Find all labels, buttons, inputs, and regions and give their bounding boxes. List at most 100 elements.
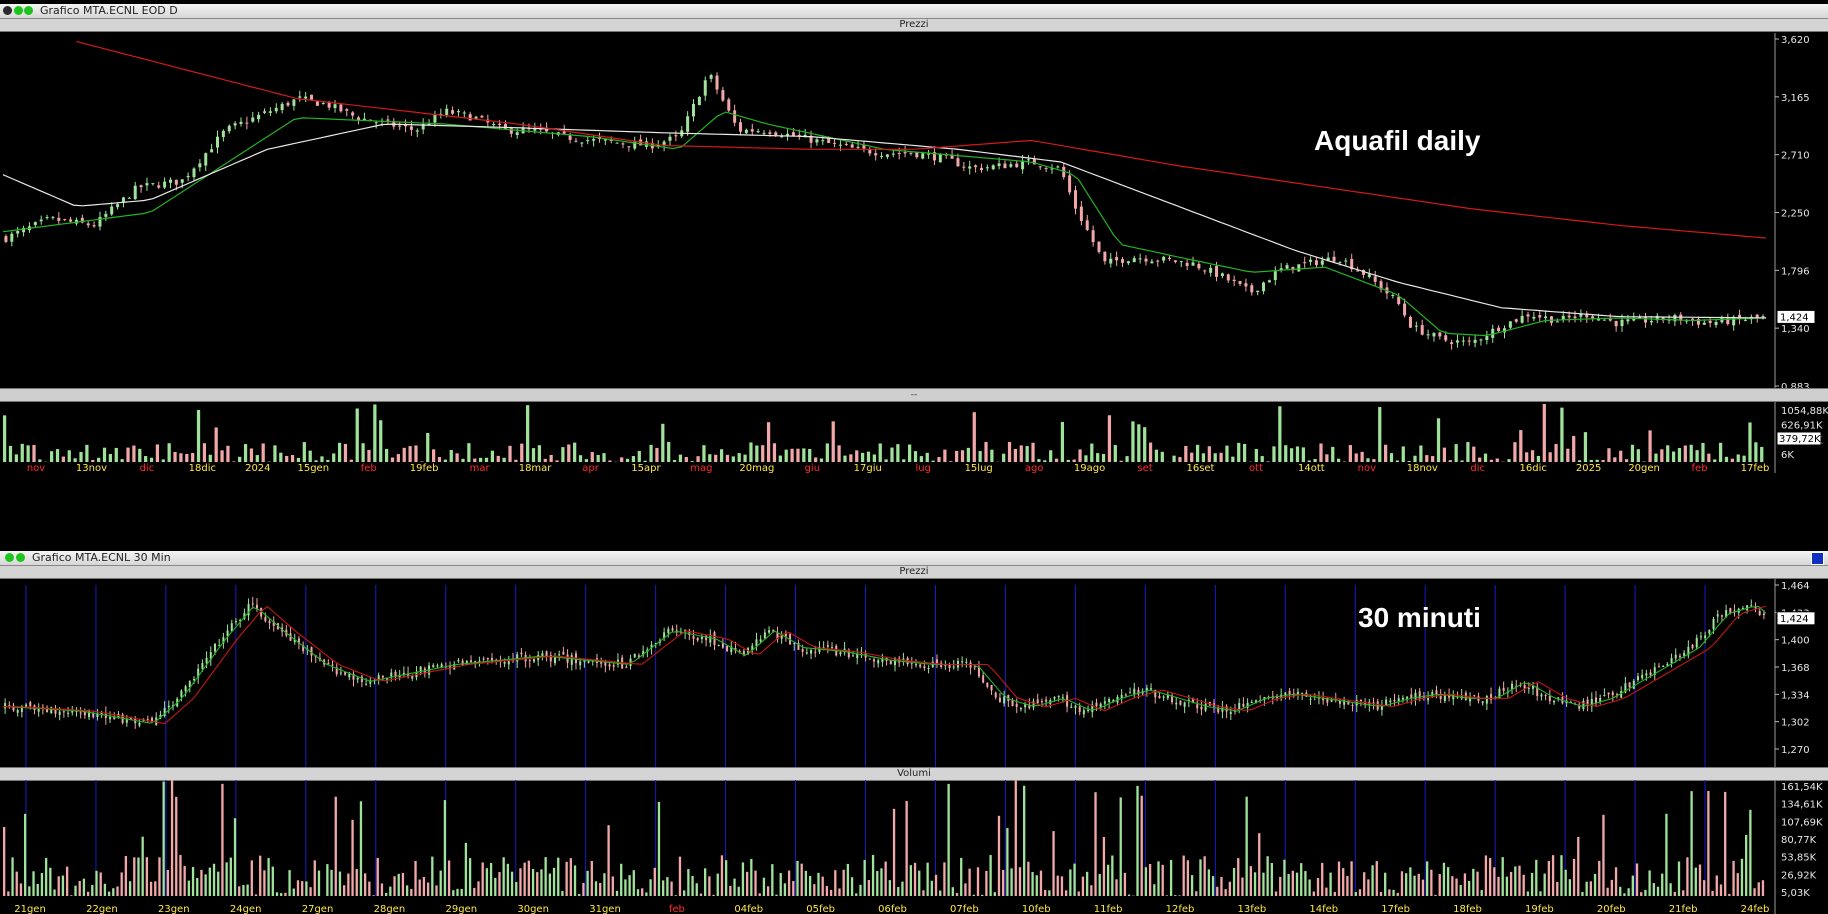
volume-bar	[573, 865, 577, 896]
volume-bar	[843, 455, 847, 462]
volume-bar	[133, 857, 136, 896]
volume-bar	[702, 445, 706, 462]
candle-body	[436, 665, 439, 667]
volume-bar	[867, 879, 871, 896]
candle-body	[1628, 682, 1631, 688]
intraday-window-titlebar[interactable]: Grafico MTA.ECNL 30 Min	[0, 551, 1828, 566]
window-icon[interactable]	[3, 6, 12, 15]
volume-bar	[590, 860, 593, 896]
volume-bar	[643, 460, 647, 462]
volume-bar	[1754, 442, 1758, 462]
volume-bar	[494, 877, 497, 896]
candle-body	[29, 702, 32, 707]
volume-bar	[1613, 457, 1617, 462]
time-axis-label: apr	[582, 463, 599, 473]
volume-bar	[913, 862, 917, 896]
volume-bar	[1724, 791, 1727, 896]
volume-bar	[390, 457, 395, 462]
time-axis-label: 17feb	[1381, 904, 1410, 914]
volume-bar	[242, 885, 245, 896]
candle-body	[815, 139, 819, 143]
volume-bar	[414, 860, 417, 896]
volume-bar	[443, 800, 447, 896]
close-icon[interactable]	[1811, 552, 1824, 565]
volume-bar	[1300, 863, 1303, 896]
volume-bar	[741, 862, 745, 896]
volume-bar	[1480, 890, 1483, 896]
volume-bar	[655, 447, 659, 462]
volume-bar	[596, 454, 600, 462]
daily-volume-chart[interactable]: 1054,88K626,91K379,72K6K379,72Knov13novd…	[0, 402, 1828, 473]
candle-body	[762, 132, 766, 134]
intraday-price-chart[interactable]: 1,4641,4331,4001,3681,3341,3021,2701,424	[0, 579, 1828, 777]
candle-body	[257, 114, 261, 120]
price-tick-label: 2,710	[1781, 151, 1810, 162]
time-axis-label: 11feb	[1094, 904, 1123, 914]
volume-bar	[116, 886, 119, 896]
volume-bar	[821, 876, 824, 896]
volume-bar	[1505, 876, 1509, 896]
candle-body	[881, 658, 884, 662]
volume-bar	[1346, 875, 1349, 896]
candle-body	[51, 216, 55, 218]
candle-body	[1662, 665, 1665, 667]
volume-bar	[1522, 874, 1525, 896]
candle-body	[1473, 339, 1477, 343]
volume-bar	[631, 456, 636, 462]
intraday-volume-chart[interactable]: 161,54K 134,61K 107,69K 80,77K 53,85K 26,92K 5…	[0, 780, 1828, 914]
candle-body	[1015, 163, 1019, 168]
candle-body	[315, 101, 319, 106]
volume-bar	[179, 453, 183, 462]
volume-bar	[1148, 442, 1153, 462]
candle-body	[1220, 273, 1224, 276]
candle-body	[482, 658, 485, 660]
candle-body	[562, 651, 565, 655]
candle-body	[805, 652, 808, 654]
volume-bar	[320, 456, 324, 462]
time-axis-label: ott	[1249, 463, 1263, 473]
time-axis-label: ago	[1025, 463, 1044, 473]
volume-bar	[107, 891, 111, 896]
time-axis-label: 15gen	[297, 463, 329, 473]
candle-body	[1403, 303, 1407, 316]
volume-bar	[288, 870, 291, 896]
candle-body	[874, 153, 878, 156]
candle-body	[969, 662, 972, 668]
candle-body	[168, 179, 172, 183]
volume-bar	[1556, 881, 1559, 896]
candle-body	[558, 654, 561, 656]
volume-bar	[1648, 870, 1651, 896]
candle-body	[986, 682, 989, 687]
volume-bar	[380, 883, 384, 896]
volume-bar	[1242, 443, 1247, 462]
volume-bar	[1284, 445, 1288, 462]
volume-bar	[850, 877, 854, 896]
time-axis-label: 29gen	[445, 904, 477, 914]
volume-bar	[40, 873, 44, 896]
volume-bar	[1666, 445, 1670, 462]
candle-body	[1070, 706, 1073, 708]
volume-bar	[1278, 406, 1282, 462]
volume-bar	[1307, 460, 1311, 462]
volume-bar	[326, 459, 330, 462]
candle-body	[503, 662, 506, 664]
daily-window-titlebar[interactable]: Grafico MTA.ECNL EOD D	[0, 4, 1828, 19]
volume-bar	[347, 873, 350, 896]
volume-bar	[837, 445, 841, 462]
candle-body	[990, 684, 993, 691]
volume-bar	[368, 881, 371, 896]
candle-body	[1611, 692, 1614, 696]
volume-bar	[1225, 445, 1229, 462]
candle-body	[348, 673, 351, 678]
daily-price-chart[interactable]: 3,6203,1652,7102,2501,7961,3400,8831,424	[0, 33, 1828, 388]
candle-body	[1103, 251, 1107, 262]
candle-body	[727, 99, 731, 111]
candle-body	[456, 111, 460, 113]
volume-bar	[393, 876, 396, 896]
candle-body	[998, 697, 1001, 702]
time-axis-label: 2025	[1576, 463, 1601, 473]
candle-body	[1338, 261, 1342, 263]
volume-bar	[1466, 441, 1470, 462]
candle-body	[667, 628, 670, 634]
candle-body	[10, 233, 14, 242]
